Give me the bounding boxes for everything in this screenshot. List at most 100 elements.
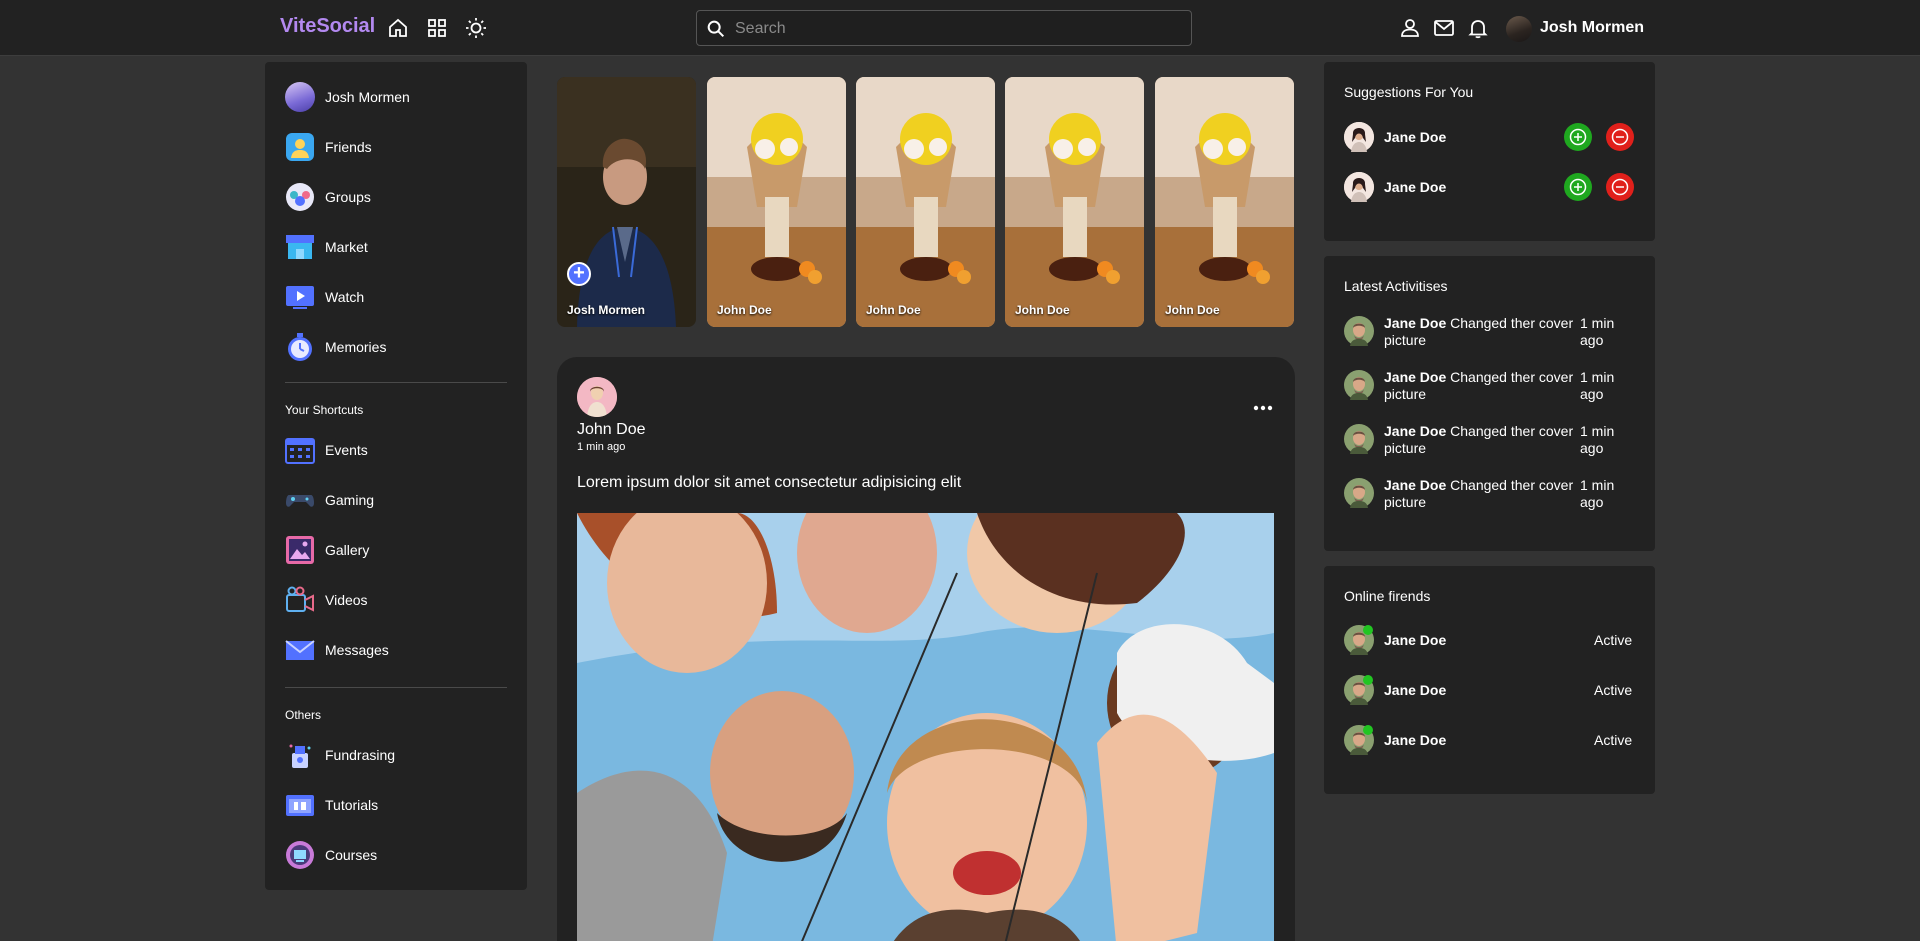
post-timestamp: 1 min ago: [577, 441, 626, 453]
story-card[interactable]: John Doe: [1155, 77, 1294, 327]
sidebar-item-messages[interactable]: Messages: [285, 634, 515, 666]
grid-icon[interactable]: [425, 16, 449, 40]
activity-time: 1 min ago: [1580, 423, 1615, 456]
suggestion-avatar[interactable]: [1344, 172, 1374, 202]
add-friend-button[interactable]: [1564, 173, 1592, 201]
sidebar-item-label: Friends: [325, 139, 372, 155]
sidebar-item-friends[interactable]: Friends: [285, 131, 515, 163]
post-image[interactable]: [577, 513, 1274, 941]
search-bar[interactable]: [696, 10, 1192, 46]
sidebar-item-profile[interactable]: Josh Mormen: [285, 81, 515, 113]
story-card-own[interactable]: + Josh Mormen: [557, 77, 696, 327]
memories-icon: [285, 332, 315, 362]
sidebar-item-label: Josh Mormen: [325, 89, 410, 105]
story-card[interactable]: John Doe: [856, 77, 995, 327]
activity-user-name[interactable]: Jane Doe: [1384, 477, 1446, 493]
left-sidebar: Josh Mormen Friends Groups Market Watch …: [265, 62, 527, 890]
friends-icon: [285, 132, 315, 162]
events-icon: [285, 435, 315, 465]
bell-icon[interactable]: [1466, 16, 1490, 40]
online-status-dot: [1363, 675, 1373, 685]
market-icon: [285, 232, 315, 262]
mail-icon[interactable]: [1432, 16, 1456, 40]
story-name: John Doe: [717, 303, 772, 317]
activity-avatar[interactable]: [1344, 316, 1374, 346]
online-friend-name[interactable]: Jane Doe: [1384, 682, 1446, 698]
home-icon[interactable]: [386, 16, 410, 40]
sidebar-item-label: Messages: [325, 642, 389, 658]
sidebar-item-fundraising[interactable]: Fundrasing: [285, 739, 515, 771]
sidebar-item-gaming[interactable]: Gaming: [285, 484, 515, 516]
top-navbar: ViteSocial Josh Mormen: [0, 0, 1920, 56]
online-friends-title: Online firends: [1344, 588, 1431, 604]
sidebar-item-groups[interactable]: Groups: [285, 181, 515, 213]
user-avatar[interactable]: [1506, 16, 1532, 42]
sidebar-item-events[interactable]: Events: [285, 434, 515, 466]
suggestion-name[interactable]: Jane Doe: [1384, 179, 1446, 195]
activities-card: Latest Activitises Jane Doe Changed ther…: [1324, 256, 1655, 551]
online-status-text: Active: [1594, 732, 1633, 748]
story-image: [1005, 77, 1144, 327]
gaming-icon: [285, 485, 315, 515]
sidebar-item-videos[interactable]: Videos: [285, 584, 515, 616]
sidebar-item-gallery[interactable]: Gallery: [285, 534, 515, 566]
online-status-text: Active: [1594, 632, 1633, 648]
sidebar-item-memories[interactable]: Memories: [285, 331, 515, 363]
search-input[interactable]: [735, 17, 1175, 41]
user-name[interactable]: Josh Mormen: [1540, 19, 1644, 37]
story-name: John Doe: [866, 303, 921, 317]
more-options-icon[interactable]: [1251, 401, 1275, 413]
story-card[interactable]: John Doe: [707, 77, 846, 327]
minus-circle-icon: [1611, 128, 1629, 146]
sidebar-item-market[interactable]: Market: [285, 231, 515, 263]
plus-circle-icon: [1569, 178, 1587, 196]
activity-avatar[interactable]: [1344, 424, 1374, 454]
search-icon: [705, 18, 727, 40]
person-icon[interactable]: [1398, 16, 1422, 40]
activity-avatar[interactable]: [1344, 478, 1374, 508]
post-card: John Doe 1 min ago Lorem ipsum dolor sit…: [557, 357, 1295, 941]
suggestion-name[interactable]: Jane Doe: [1384, 129, 1446, 145]
add-story-button[interactable]: +: [567, 262, 591, 286]
sidebar-item-label: Memories: [325, 339, 387, 355]
watch-icon: [285, 282, 315, 312]
courses-icon: [285, 840, 315, 870]
avatar: [285, 82, 315, 112]
post-author-name[interactable]: John Doe: [577, 421, 646, 439]
dismiss-suggestion-button[interactable]: [1606, 173, 1634, 201]
sidebar-item-label: Watch: [325, 289, 365, 305]
activity-user-name[interactable]: Jane Doe: [1384, 423, 1446, 439]
activity-user-name[interactable]: Jane Doe: [1384, 369, 1446, 385]
post-text: Lorem ipsum dolor sit amet consectetur a…: [577, 474, 962, 491]
sidebar-item-label: Videos: [325, 592, 368, 608]
sidebar-item-watch[interactable]: Watch: [285, 281, 515, 313]
online-friend-name[interactable]: Jane Doe: [1384, 732, 1446, 748]
story-name: Josh Mormen: [567, 303, 646, 317]
sidebar-item-label: Tutorials: [325, 797, 379, 813]
logo[interactable]: ViteSocial: [280, 15, 375, 38]
story-name: John Doe: [1015, 303, 1070, 317]
sidebar-item-label: Groups: [325, 189, 371, 205]
sidebar-item-tutorials[interactable]: Tutorials: [285, 789, 515, 821]
sidebar-item-label: Courses: [325, 847, 378, 863]
suggestion-avatar[interactable]: [1344, 122, 1374, 152]
add-friend-button[interactable]: [1564, 123, 1592, 151]
activity-avatar[interactable]: [1344, 370, 1374, 400]
gallery-icon: [285, 535, 315, 565]
sidebar-item-label: Events: [325, 442, 368, 458]
sun-icon[interactable]: [464, 16, 488, 40]
activity-user-name[interactable]: Jane Doe: [1384, 315, 1446, 331]
sidebar-item-label: Market: [325, 239, 368, 255]
tutorials-icon: [285, 790, 315, 820]
messages-icon: [285, 635, 315, 665]
story-image: [557, 77, 696, 327]
fundraising-icon: [285, 740, 315, 770]
activity-text: Jane Doe Changed ther cover picture: [1384, 369, 1574, 402]
dismiss-suggestion-button[interactable]: [1606, 123, 1634, 151]
post-author-avatar[interactable]: [577, 377, 617, 417]
sidebar-item-label: Gaming: [325, 492, 375, 508]
online-friend-name[interactable]: Jane Doe: [1384, 632, 1446, 648]
groups-icon: [285, 182, 315, 212]
story-card[interactable]: John Doe: [1005, 77, 1144, 327]
sidebar-item-courses[interactable]: Courses: [285, 839, 515, 871]
